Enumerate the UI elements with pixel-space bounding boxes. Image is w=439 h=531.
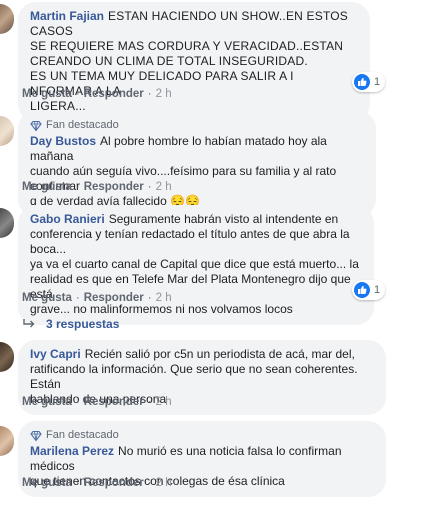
comment-text-line: conferencia y tenían redactado el título… — [30, 227, 350, 256]
badge-label: Fan destacado — [46, 429, 119, 441]
comment-text-line: ya va el cuarto canal de Capital que dic… — [30, 257, 359, 271]
timestamp[interactable]: 2 h — [156, 477, 172, 489]
comment-bubble: Fan destacado Day Bustos Al pobre hombre … — [18, 111, 376, 217]
comment-author[interactable]: Marilena Perez — [30, 444, 114, 458]
reaction-summary[interactable]: 1 — [352, 72, 386, 92]
like-button[interactable]: Me gusta — [22, 396, 72, 408]
comment-actions: Me gusta · Responder · 2 h — [22, 396, 172, 408]
replies-count: 3 respuestas — [46, 317, 120, 331]
diamond-badge-icon — [30, 430, 42, 441]
avatar[interactable] — [0, 116, 14, 146]
avatar[interactable] — [0, 4, 14, 34]
comment-author[interactable]: Gabo Ranieri — [30, 212, 105, 226]
reply-button[interactable]: Responder — [84, 477, 144, 489]
comment-text-line: Recién salió por c5n un periodista de ac… — [84, 347, 355, 361]
fan-badge: Fan destacado — [30, 118, 364, 133]
comment-author[interactable]: Day Bustos — [30, 134, 96, 148]
comment-actions: Me gusta · Responder · 2 h — [22, 477, 172, 489]
reaction-count: 1 — [374, 76, 381, 88]
like-button[interactable]: Me gusta — [22, 88, 72, 100]
avatar[interactable] — [0, 426, 14, 456]
comment-actions: Me gusta · Responder · 2 h — [22, 181, 172, 193]
timestamp[interactable]: 2 h — [156, 181, 172, 193]
comment-bubble: Martin Fajian ESTAN HACIENDO UN SHOW..EN … — [18, 2, 370, 122]
comment-actions: Me gusta · Responder · 2 h — [22, 88, 172, 100]
like-button[interactable]: Me gusta — [22, 181, 72, 193]
comment-bubble: Gabo Ranieri Seguramente habrán visto al … — [18, 205, 374, 325]
badge-label: Fan destacado — [46, 119, 119, 131]
reaction-summary[interactable]: 1 — [352, 280, 386, 300]
reaction-count: 1 — [374, 284, 381, 296]
like-button[interactable]: Me gusta — [22, 477, 72, 489]
reply-arrow-icon — [23, 319, 35, 328]
comment-author[interactable]: Martin Fajian — [30, 9, 104, 23]
like-icon — [354, 74, 370, 90]
comment-text-line: ratificando la información. Que serio qu… — [30, 362, 358, 391]
reply-button[interactable]: Responder — [84, 88, 144, 100]
reply-button[interactable]: Responder — [84, 181, 144, 193]
comment-actions: Me gusta · Responder · 2 h — [22, 292, 172, 304]
like-icon — [354, 282, 370, 298]
comment-text-line: CREANDO UN CLIMA DE TOTAL INSEGURIDAD. — [30, 54, 308, 68]
diamond-badge-icon — [30, 120, 42, 131]
timestamp[interactable]: 2 h — [156, 292, 172, 304]
comment-text-line: Seguramente habrán visto al intendente e… — [108, 212, 339, 226]
timestamp[interactable]: 2 h — [156, 396, 172, 408]
reply-button[interactable]: Responder — [84, 292, 144, 304]
comment-text-line: SE REQUIERE MAS CORDURA Y VERACIDAD..EST… — [30, 39, 344, 53]
view-replies-link[interactable]: 3 respuestas — [22, 317, 119, 331]
comment-author[interactable]: Ivy Capri — [30, 347, 81, 361]
avatar[interactable] — [0, 208, 14, 238]
avatar[interactable] — [0, 342, 14, 372]
fan-badge: Fan destacado — [30, 428, 374, 443]
comment-text-line: grave... no malinformemos ni nos volvamo… — [30, 302, 293, 316]
timestamp[interactable]: 2 h — [156, 88, 172, 100]
reply-button[interactable]: Responder — [84, 396, 144, 408]
like-button[interactable]: Me gusta — [22, 292, 72, 304]
